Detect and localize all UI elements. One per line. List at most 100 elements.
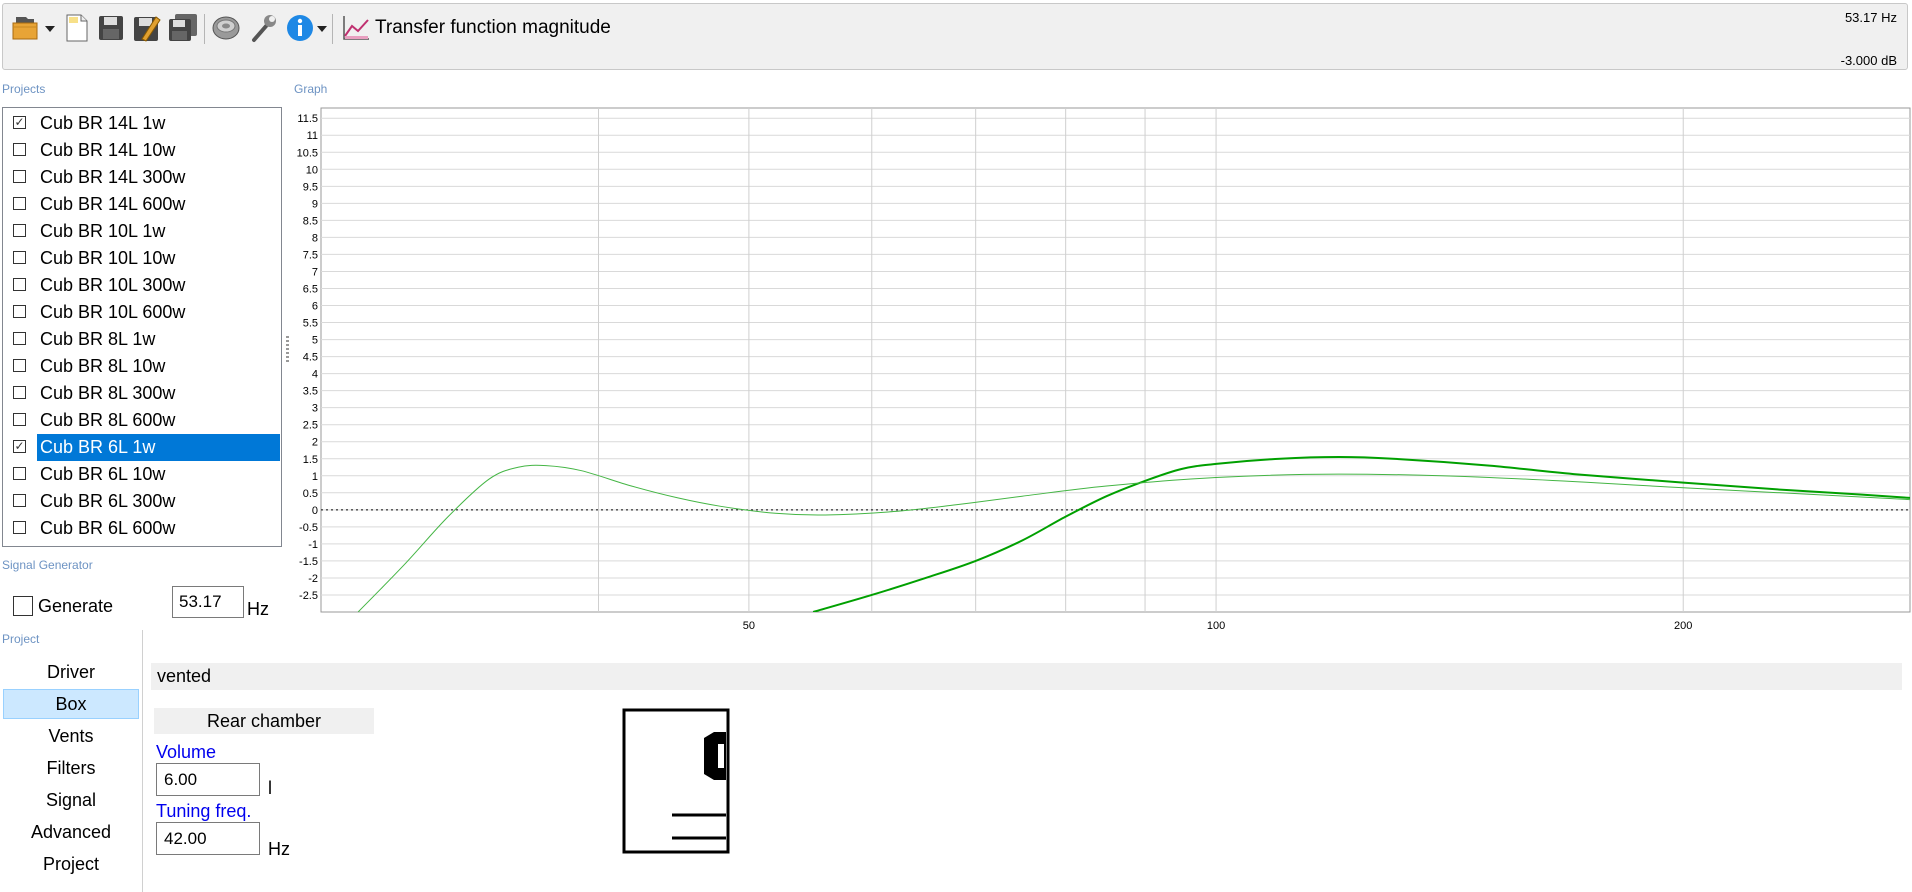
project-checkbox[interactable]: ✓ bbox=[13, 116, 26, 129]
project-item[interactable]: Cub BR 10L 300w bbox=[5, 272, 280, 299]
y-tick-label: 4.5 bbox=[303, 352, 318, 364]
rear-chamber-header: Rear chamber bbox=[154, 708, 374, 734]
project-item[interactable]: Cub BR 8L 600w bbox=[5, 407, 280, 434]
project-item[interactable]: Cub BR 14L 600w bbox=[5, 191, 280, 218]
generate-checkbox[interactable] bbox=[13, 596, 33, 616]
project-checkbox[interactable] bbox=[13, 413, 26, 426]
y-tick-label: 11 bbox=[307, 130, 318, 142]
tuning-frequency-input[interactable] bbox=[156, 822, 260, 855]
y-tick-label: -1 bbox=[308, 539, 318, 551]
tab-advanced[interactable]: Advanced bbox=[3, 817, 139, 847]
project-item[interactable]: ✓ Cub BR 6L 1w bbox=[5, 434, 280, 461]
project-item-label: Cub BR 8L 10w bbox=[40, 356, 166, 376]
project-checkbox[interactable] bbox=[13, 332, 26, 345]
project-item-label: Cub BR 14L 10w bbox=[40, 140, 176, 160]
project-item[interactable]: Cub BR 6L 300w bbox=[5, 488, 280, 515]
project-item[interactable]: Cub BR 8L 300w bbox=[5, 380, 280, 407]
box-diagram bbox=[622, 708, 732, 861]
volume-input[interactable] bbox=[156, 763, 260, 796]
open-dropdown-icon[interactable] bbox=[45, 26, 55, 32]
project-checkbox[interactable] bbox=[13, 359, 26, 372]
project-item-label: Cub BR 14L 600w bbox=[40, 194, 186, 214]
volume-unit-label: l bbox=[268, 778, 272, 798]
tab-vents[interactable]: Vents bbox=[3, 721, 139, 751]
project-item[interactable]: Cub BR 6L 600w bbox=[5, 515, 280, 542]
transfer-function-chart: 11.51110.5109.598.587.576.565.554.543.53… bbox=[297, 107, 1911, 632]
project-item[interactable]: Cub BR 6L 10w bbox=[5, 461, 280, 488]
project-item[interactable]: Cub BR 10L 600w bbox=[5, 299, 280, 326]
y-tick-label: 6 bbox=[312, 301, 318, 313]
x-tick-label: 100 bbox=[1207, 620, 1225, 632]
y-tick-label: -2 bbox=[308, 573, 318, 585]
tab-box[interactable]: Box bbox=[3, 689, 139, 719]
y-tick-label: 10.5 bbox=[297, 147, 318, 159]
project-item[interactable]: ✓ Cub BR 14L 1w bbox=[5, 110, 280, 137]
project-item[interactable]: Cub BR 14L 10w bbox=[5, 137, 280, 164]
graph-area[interactable]: 11.5 11 10.5 10 9.5 9 8.5 8 7.5 7 6.5 6 5.5 5 4.5 4 3.5 3… bbox=[286, 103, 1912, 633]
y-tick-label: 1 bbox=[312, 471, 318, 483]
y-tick-label: 3.5 bbox=[303, 386, 318, 398]
y-tick-label: 8.5 bbox=[303, 215, 318, 227]
project-item-label: Cub BR 10L 600w bbox=[40, 302, 186, 322]
y-tick-label: -2.5 bbox=[299, 590, 318, 602]
project-checkbox[interactable] bbox=[13, 386, 26, 399]
project-checkbox[interactable] bbox=[13, 278, 26, 291]
tuning-frequency-link[interactable]: Tuning freq. bbox=[156, 801, 251, 822]
info-dropdown-icon[interactable] bbox=[317, 26, 327, 32]
tab-project[interactable]: Project bbox=[3, 849, 139, 879]
y-tick-label: 0.5 bbox=[303, 488, 318, 500]
project-item-label: Cub BR 6L 300w bbox=[40, 491, 176, 511]
tab-driver[interactable]: Driver bbox=[3, 657, 139, 687]
signal-generator-label: Signal Generator bbox=[2, 558, 93, 572]
y-tick-label: 5 bbox=[312, 335, 318, 347]
project-checkbox[interactable] bbox=[13, 197, 26, 210]
plot-area bbox=[320, 107, 1911, 613]
project-item[interactable]: Cub BR 10L 1w bbox=[5, 218, 280, 245]
generator-frequency-input[interactable] bbox=[172, 586, 244, 618]
wrench-icon[interactable] bbox=[248, 12, 280, 44]
y-tick-label: 3 bbox=[312, 403, 318, 415]
y-tick-label: -1.5 bbox=[299, 556, 318, 568]
project-checkbox[interactable]: ✓ bbox=[13, 440, 26, 453]
project-checkbox[interactable] bbox=[13, 305, 26, 318]
frequency-readout: 53.17 Hz bbox=[1844, 10, 1897, 25]
project-item[interactable]: Cub BR 14L 300w bbox=[5, 164, 280, 191]
y-tick-label: 9.5 bbox=[303, 181, 318, 193]
open-folder-icon[interactable] bbox=[9, 12, 41, 44]
tab-filters[interactable]: Filters bbox=[3, 753, 139, 783]
new-document-icon[interactable] bbox=[61, 12, 93, 44]
save-edit-icon[interactable] bbox=[131, 12, 163, 44]
project-item-label: Cub BR 8L 1w bbox=[40, 329, 156, 349]
projects-label: Projects bbox=[2, 82, 46, 96]
save-icon[interactable] bbox=[95, 12, 127, 44]
tab-signal[interactable]: Signal bbox=[3, 785, 139, 815]
project-checkbox[interactable] bbox=[13, 224, 26, 237]
x-tick-label: 200 bbox=[1674, 620, 1692, 632]
box-type-label: vented bbox=[157, 666, 212, 686]
project-checkbox[interactable] bbox=[13, 170, 26, 183]
info-icon[interactable] bbox=[284, 12, 316, 44]
project-item[interactable]: Cub BR 8L 1w bbox=[5, 326, 280, 353]
y-tick-label: 8 bbox=[312, 232, 318, 244]
x-tick-label: 50 bbox=[743, 620, 755, 632]
project-checkbox[interactable] bbox=[13, 521, 26, 534]
graph-label: Graph bbox=[294, 82, 328, 96]
project-checkbox[interactable] bbox=[13, 143, 26, 156]
project-checkbox[interactable] bbox=[13, 251, 26, 264]
save-all-icon[interactable] bbox=[167, 12, 199, 44]
y-tick-label: 5.5 bbox=[303, 318, 318, 330]
box-type-bar[interactable]: vented bbox=[151, 663, 1902, 690]
volume-link[interactable]: Volume bbox=[156, 742, 216, 763]
project-checkbox[interactable] bbox=[13, 494, 26, 507]
project-item[interactable]: Cub BR 8L 10w bbox=[5, 353, 280, 380]
project-list[interactable]: ✓ Cub BR 14L 1w Cub BR 14L 10w Cub BR 14L 3… bbox=[2, 107, 282, 547]
generate-label: Generate bbox=[38, 596, 114, 616]
generator-unit-label: Hz bbox=[247, 599, 269, 619]
chart-icon[interactable] bbox=[340, 12, 372, 44]
project-checkbox[interactable] bbox=[13, 467, 26, 480]
toolbar: Transfer function magnitude 53.17 Hz -3.… bbox=[2, 3, 1908, 70]
y-tick-label: -0.5 bbox=[299, 522, 318, 534]
project-item-label: Cub BR 10L 300w bbox=[40, 275, 186, 295]
speaker-icon[interactable] bbox=[210, 12, 242, 44]
project-item[interactable]: Cub BR 10L 10w bbox=[5, 245, 280, 272]
